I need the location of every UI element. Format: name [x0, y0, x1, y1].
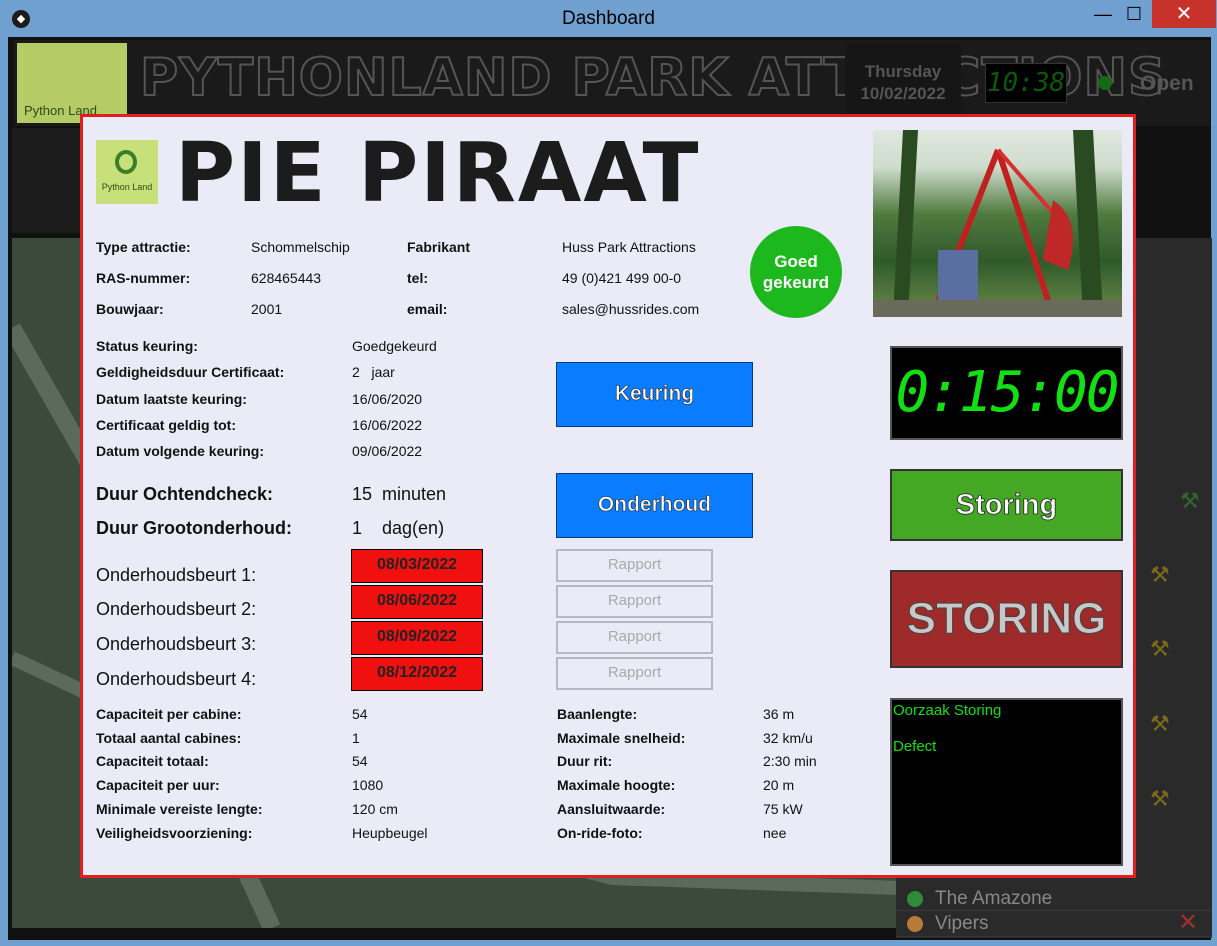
attraction-title: PIE PIRAAT	[175, 126, 701, 221]
manufacturer-label: email:	[407, 301, 448, 317]
manufacturer-label: Fabrikant	[407, 239, 471, 255]
duration-label: Duur Grootonderhoud:	[96, 518, 292, 538]
close-button[interactable]: ✕	[1152, 0, 1216, 28]
manufacturer-value: 49 (0)421 499 00-0	[562, 270, 682, 286]
spec-value: 120 cm	[352, 801, 398, 817]
rapport-button[interactable]: Rapport	[556, 657, 713, 690]
spec-value: 32 km/u	[763, 730, 813, 746]
info-value: 2001	[251, 301, 283, 317]
keuring-value: 09/06/2022	[352, 443, 423, 459]
spec-label: Aansluitwaarde:	[557, 801, 666, 817]
wrench-icon[interactable]: ⚒	[1150, 786, 1170, 812]
keuring-value: 16/06/2020	[352, 391, 423, 407]
spec-label: Veiligheidsvoorziening:	[96, 825, 253, 841]
attraction-photo	[873, 130, 1122, 317]
spec-value: Heupbeugel	[352, 825, 428, 841]
keuring-label: Geldigheidsduur Certificaat:	[96, 364, 285, 380]
swing-ship-image	[873, 130, 1122, 317]
spec-value: 1080	[352, 777, 384, 793]
status-dot	[907, 916, 923, 932]
keuring-label: Certificaat geldig tot:	[96, 417, 237, 433]
wrench-icon[interactable]: ⚒	[1150, 711, 1170, 737]
maintenance-label: Onderhoudsbeurt 2:	[96, 599, 257, 619]
wrench-icon[interactable]: ⚒	[1150, 562, 1170, 588]
clock-display: 10:38	[985, 63, 1067, 103]
onderhoud-button[interactable]: Onderhoud	[556, 473, 753, 538]
info-label: Bouwjaar:	[96, 301, 164, 317]
close-icon[interactable]: ✕	[1178, 908, 1198, 937]
storing-cause-panel: Oorzaak Storing Defect	[890, 698, 1123, 866]
storing-status-panel: STORING	[890, 570, 1123, 668]
spec-label: Baanlengte:	[557, 706, 638, 722]
spec-label: Maximale hoogte:	[557, 777, 676, 793]
attraction-name: Vipers	[935, 913, 989, 934]
snake-icon	[115, 150, 137, 174]
storing-button[interactable]: Storing	[890, 469, 1123, 541]
maximize-button[interactable]: ☐	[1111, 0, 1157, 28]
maintenance-date[interactable]: 08/12/2022	[351, 657, 483, 691]
spec-value: nee	[763, 825, 787, 841]
info-label: Type attractie:	[96, 239, 191, 255]
countdown-timer: 0:15:00	[890, 346, 1123, 440]
maintenance-label: Onderhoudsbeurt 4:	[96, 669, 257, 689]
date-panel	[845, 43, 961, 123]
keuring-label: Datum laatste keuring:	[96, 391, 247, 407]
day-label: Thursday	[864, 62, 942, 81]
duration-label: Duur Ochtendcheck:	[96, 484, 274, 504]
spec-value: 54	[352, 706, 368, 722]
spec-value: 1	[352, 730, 360, 746]
approval-badge: Goed gekeurd	[750, 226, 842, 318]
keuring-label: Datum volgende keuring:	[96, 443, 265, 459]
left-panel	[12, 128, 82, 233]
badge-line-1: Goed	[774, 252, 818, 271]
keuring-value: Goedgekeurd	[352, 338, 437, 354]
spec-value: 20 m	[763, 777, 795, 793]
spec-label: Totaal aantal cabines:	[96, 730, 242, 746]
rapport-button[interactable]: Rapport	[556, 585, 713, 618]
date-label: 10/02/2022	[860, 84, 946, 103]
spec-label: Minimale vereiste lengte:	[96, 801, 263, 817]
spec-label: Capaciteit per uur:	[96, 777, 220, 793]
maintenance-label: Onderhoudsbeurt 3:	[96, 634, 257, 654]
duration-value: 1 dag(en)	[352, 518, 445, 538]
spec-label: On-ride-foto:	[557, 825, 643, 841]
info-label: RAS-nummer:	[96, 270, 191, 286]
keuring-label: Status keuring:	[96, 338, 198, 354]
spec-label: Capaciteit totaal:	[96, 753, 209, 769]
manufacturer-value: Huss Park Attractions	[562, 239, 696, 255]
maintenance-date[interactable]: 08/06/2022	[351, 585, 483, 619]
spec-value: 54	[352, 753, 368, 769]
maintenance-date[interactable]: 08/03/2022	[351, 549, 483, 583]
open-status-label: Open	[1140, 72, 1194, 95]
open-status-indicator	[1098, 76, 1112, 90]
attraction-name: The Amazone	[935, 888, 1053, 909]
maintenance-date[interactable]: 08/09/2022	[351, 621, 483, 655]
info-value: Schommelschip	[251, 239, 350, 255]
spec-label: Capaciteit per cabine:	[96, 706, 242, 722]
status-dot	[907, 891, 923, 907]
keuring-button[interactable]: Keuring	[556, 362, 753, 427]
info-value: 628465443	[251, 270, 322, 286]
badge-line-2: gekeurd	[762, 273, 830, 292]
wrench-icon[interactable]: ⚒	[1180, 488, 1200, 514]
spec-label: Maximale snelheid:	[557, 730, 686, 746]
spec-value: 2:30 min	[763, 753, 817, 769]
keuring-value: 16/06/2022	[352, 417, 423, 433]
logo-text: Python Land	[101, 182, 153, 192]
manufacturer-value: sales@hussrides.com	[562, 301, 700, 317]
manufacturer-label: tel:	[407, 270, 428, 286]
cause-text: Defect	[893, 738, 937, 755]
duration-value: 15 minuten	[352, 484, 447, 504]
rapport-button[interactable]: Rapport	[556, 621, 713, 654]
cause-title: Oorzaak Storing	[893, 702, 1002, 719]
spec-value: 75 kW	[763, 801, 803, 817]
maintenance-label: Onderhoudsbeurt 1:	[96, 565, 257, 585]
spec-label: Duur rit:	[557, 753, 613, 769]
spec-value: 36 m	[763, 706, 795, 722]
window-title: Dashboard	[562, 8, 655, 29]
wrench-icon[interactable]: ⚒	[1150, 636, 1170, 662]
rapport-button[interactable]: Rapport	[556, 549, 713, 582]
keuring-value: 2 jaar	[352, 364, 395, 380]
